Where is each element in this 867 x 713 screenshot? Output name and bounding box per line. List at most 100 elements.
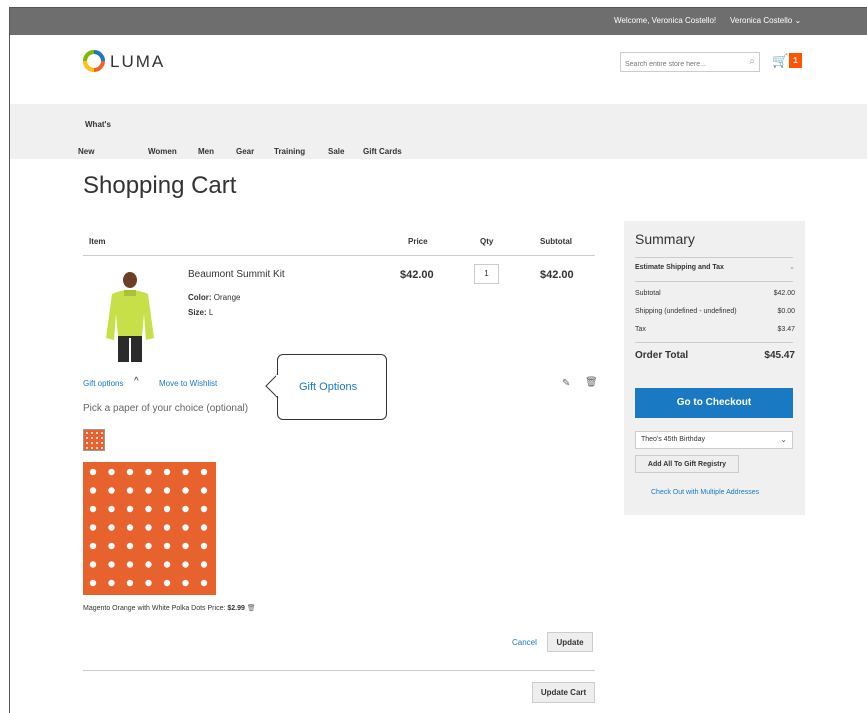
polka-dot [108, 579, 115, 587]
polka-dot [126, 468, 134, 476]
order-total-value: $45.47 [764, 350, 795, 361]
item-price: $42.00 [400, 269, 434, 281]
estimate-shipping-toggle[interactable]: Estimate Shipping and Tax [635, 264, 724, 271]
gift-options-callout: Gift Options [277, 354, 387, 420]
chevron-down-icon: ⌄ [794, 16, 802, 25]
polka-dot [126, 524, 134, 531]
paper-preview-image [83, 462, 216, 595]
polka-dot [145, 487, 152, 494]
welcome-message: Welcome, Veronica Costello! [614, 16, 717, 25]
nav-item-women[interactable]: Women [148, 147, 177, 156]
size-label: Size: [188, 308, 207, 317]
gift-registry-selected: Theo's 45th Birthday [641, 436, 705, 443]
polka-dot [182, 468, 189, 476]
product-color: Color: Orange [188, 293, 240, 302]
color-label: Color: [188, 293, 212, 302]
chevron-down-icon[interactable]: ⌄ [789, 263, 795, 271]
gift-options-link[interactable]: Gift options [83, 379, 123, 388]
gift-registry-select[interactable]: Theo's 45th Birthday ⌄ [635, 431, 793, 449]
polka-dot-pattern [86, 432, 103, 449]
product-image[interactable] [102, 266, 158, 364]
cart-bottom-divider [83, 670, 595, 671]
polka-dot [145, 542, 152, 550]
luma-logo-icon[interactable] [83, 50, 105, 72]
search-input[interactable] [621, 55, 736, 74]
nav-item-whats-new[interactable]: What's [85, 120, 111, 129]
polka-dot [200, 561, 208, 568]
search-icon[interactable]: ⌕ [749, 56, 755, 67]
qty-input[interactable]: 1 [474, 264, 499, 284]
polka-dot [145, 561, 152, 568]
polka-dot [108, 468, 115, 476]
go-to-checkout-button[interactable]: Go to Checkout [635, 388, 793, 418]
move-to-wishlist-link[interactable]: Move to Wishlist [159, 379, 217, 388]
cancel-link[interactable]: Cancel [512, 638, 537, 647]
chevron-up-icon[interactable]: ^ [134, 376, 139, 387]
polka-dot [182, 561, 189, 568]
add-all-to-gift-registry-button[interactable]: Add All To Gift Registry [635, 455, 739, 473]
column-price: Price [408, 237, 428, 246]
order-total-label: Order Total [635, 350, 689, 361]
callout-text: Gift Options [299, 381, 358, 393]
polka-dot [89, 579, 97, 587]
item-subtotal: $42.00 [540, 269, 574, 281]
account-menu[interactable]: Veronica Costello ⌄ [730, 16, 801, 25]
subtotal-label: Subtotal [635, 290, 661, 297]
cart-count-badge[interactable]: 1 [789, 53, 802, 68]
update-button[interactable]: Update [547, 632, 593, 652]
product-size: Size: L [188, 308, 213, 317]
size-value: L [208, 308, 214, 317]
trash-icon[interactable]: 🗑 [585, 377, 598, 388]
pick-paper-label: Pick a paper of your choice (optional) [83, 403, 249, 414]
polka-dot [182, 487, 189, 494]
polka-dot [126, 505, 134, 513]
nav-item-men[interactable]: Men [198, 147, 214, 156]
polka-dot [200, 468, 208, 476]
product-name[interactable]: Beaumont Summit Kit [188, 269, 285, 280]
nav-item-whats-new-2[interactable]: New [78, 147, 94, 156]
chevron-down-icon: ⌄ [780, 435, 787, 444]
nav-item-gear[interactable]: Gear [236, 147, 254, 156]
account-name: Veronica Costello [730, 16, 793, 25]
polka-dot [145, 505, 152, 513]
nav-item-sale[interactable]: Sale [328, 147, 344, 156]
polka-dot [108, 524, 115, 531]
page-frame: Welcome, Veronica Costello! Veronica Cos… [9, 7, 867, 713]
polka-dot [163, 542, 171, 550]
column-item: Item [89, 237, 106, 246]
color-value: Orange [213, 293, 241, 302]
multiple-addresses-link[interactable]: Check Out with Multiple Addresses [651, 489, 759, 496]
polka-dot [108, 487, 115, 494]
summary-panel: Summary Estimate Shipping and Tax ⌄ Subt… [624, 221, 805, 515]
polka-dot [200, 505, 208, 513]
polka-dot [108, 542, 115, 550]
paper-swatch[interactable] [83, 429, 105, 451]
nav-item-gift-cards[interactable]: Gift Cards [363, 147, 402, 156]
paper-caption: Magento Orange with White Polka Dots Pri… [83, 604, 256, 612]
polka-dot [182, 579, 189, 587]
polka-dot [145, 468, 152, 476]
column-subtotal: Subtotal [540, 237, 572, 246]
edit-icon[interactable]: ✎ [562, 378, 570, 389]
polka-dot [126, 561, 134, 568]
paper-trash-icon[interactable]: 🗑 [247, 605, 256, 612]
polka-dot [89, 524, 97, 531]
paper-name: Magento Orange with White Polka Dots [83, 605, 206, 612]
subtotal-value: $42.00 [773, 290, 795, 297]
shipping-label: Shipping (undefined - undefined) [635, 308, 737, 315]
cart-icon[interactable]: 🛒 [772, 53, 788, 69]
update-cart-button[interactable]: Update Cart [532, 682, 595, 703]
polka-dot [200, 542, 208, 550]
page-title: Shopping Cart [83, 172, 237, 199]
shipping-value: $0.00 [777, 308, 795, 315]
polka-dot [163, 561, 171, 568]
summary-divider-3 [635, 342, 793, 343]
polka-dot [200, 579, 208, 587]
polka-dot [163, 505, 171, 513]
logo-text[interactable]: LUMA [110, 52, 165, 72]
nav-item-training[interactable]: Training [274, 147, 305, 156]
polka-dot [182, 524, 189, 531]
search-box[interactable]: ⌕ [620, 52, 760, 74]
polka-dot [200, 524, 208, 531]
main-nav: What's New Women Men Gear Training Sale … [10, 104, 867, 159]
